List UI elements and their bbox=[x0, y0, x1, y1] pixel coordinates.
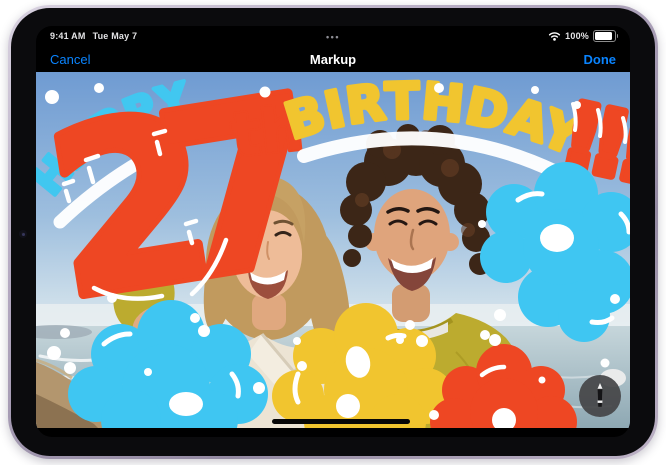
status-date: Tue May 7 bbox=[93, 31, 138, 41]
cancel-button[interactable]: Cancel bbox=[50, 52, 90, 67]
markup-toolbar: Cancel Markup Done bbox=[36, 46, 630, 72]
battery-icon bbox=[593, 30, 616, 42]
ipad-bezel: 9:41 AM Tue May 7 100% ••• Cancel Mar bbox=[11, 8, 655, 456]
markup-pen-tool-button[interactable] bbox=[579, 375, 621, 417]
done-button[interactable]: Done bbox=[584, 52, 617, 67]
status-time: 9:41 AM bbox=[50, 31, 86, 41]
battery-percent: 100% bbox=[565, 31, 589, 41]
screen: 9:41 AM Tue May 7 100% ••• Cancel Mar bbox=[36, 26, 630, 437]
ipad-device-frame: 9:41 AM Tue May 7 100% ••• Cancel Mar bbox=[8, 5, 658, 459]
wifi-icon bbox=[548, 31, 561, 41]
multitask-ellipsis-icon[interactable]: ••• bbox=[326, 34, 340, 40]
marker-pen-icon bbox=[592, 382, 608, 410]
page-title: Markup bbox=[310, 52, 356, 67]
photo-illustration: HAPPY 27 th BIRTHDAY !!! bbox=[36, 72, 630, 428]
photo-markup-canvas[interactable]: HAPPY 27 th BIRTHDAY !!! bbox=[36, 72, 630, 428]
home-indicator-bar[interactable] bbox=[272, 419, 410, 424]
front-camera-dot bbox=[19, 230, 27, 238]
